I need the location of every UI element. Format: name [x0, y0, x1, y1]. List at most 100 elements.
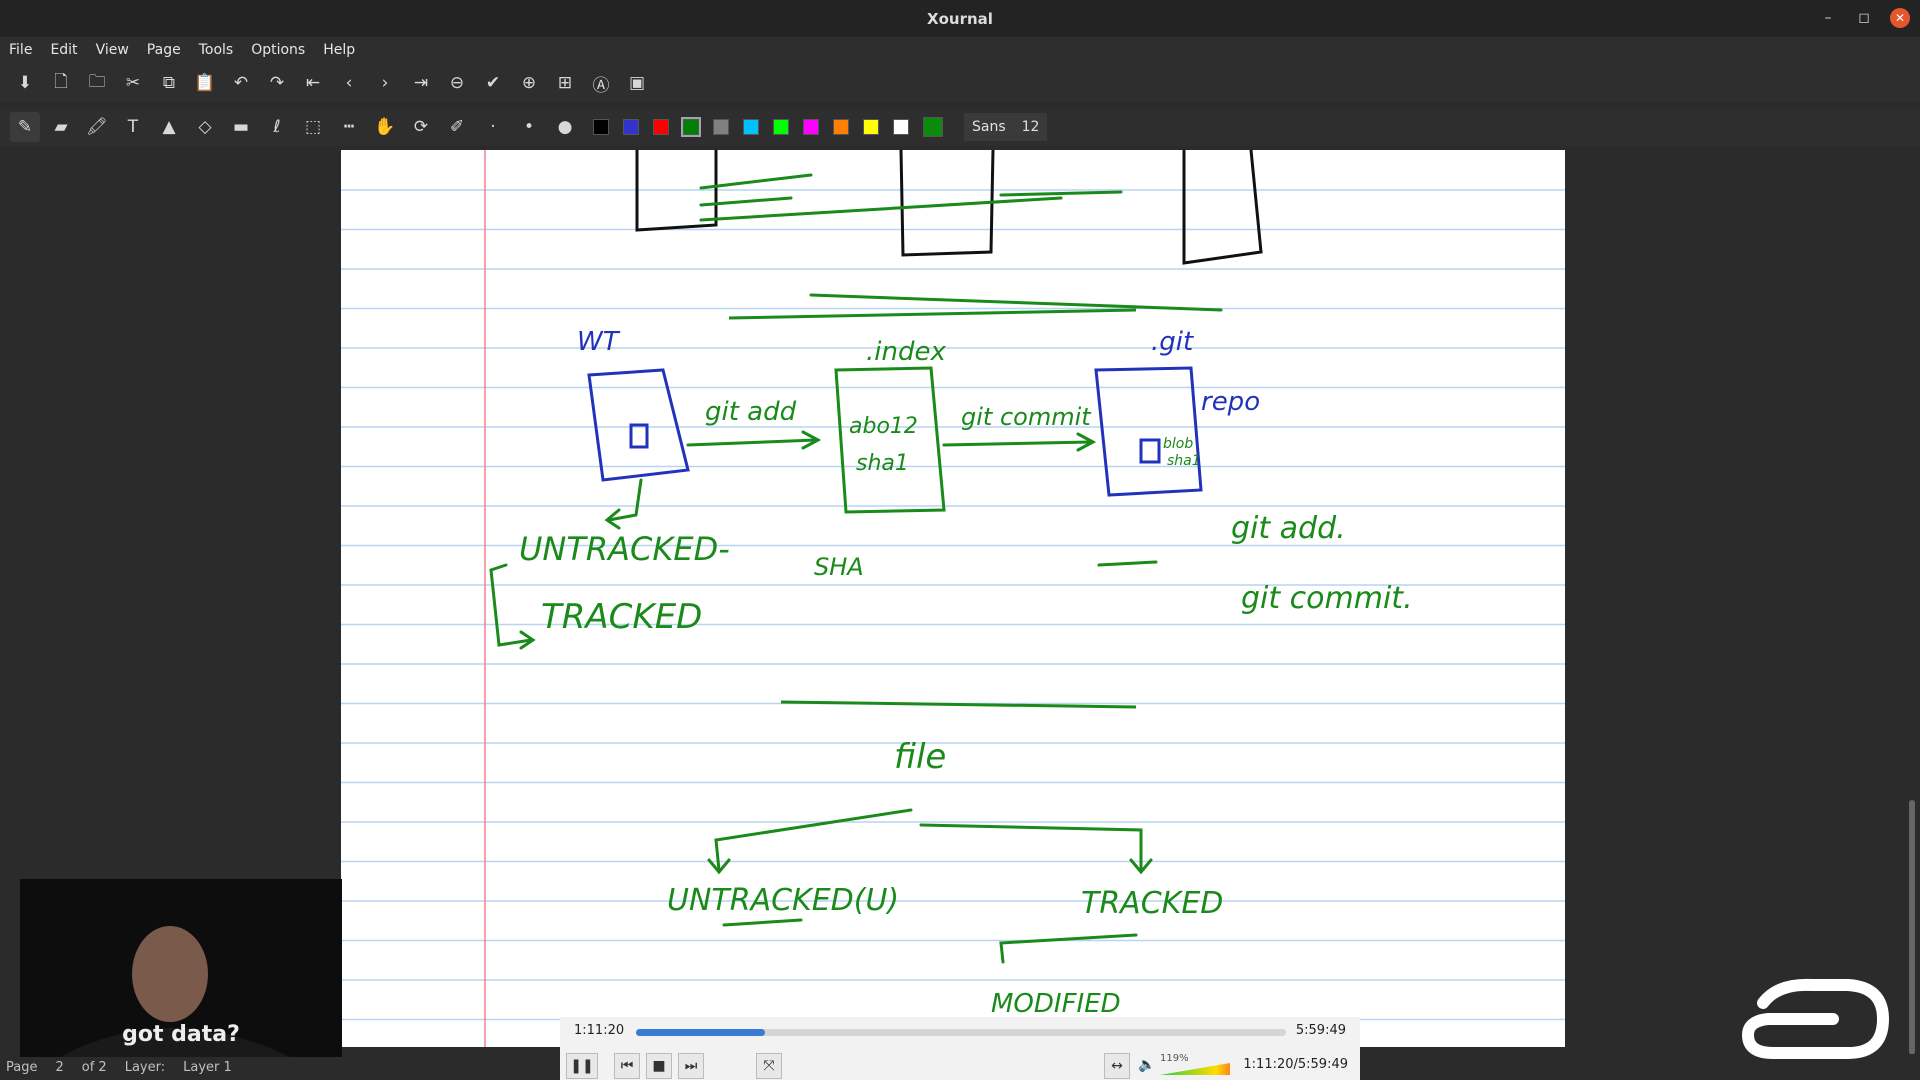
pen-button[interactable]: ✎ [10, 112, 40, 142]
color-black-button[interactable] [593, 119, 609, 135]
loop-button[interactable]: ↔ [1104, 1053, 1130, 1079]
zoom-set-icon: Ⓐ [592, 75, 610, 96]
lasso-button[interactable]: ℓ [262, 112, 292, 142]
stop-button[interactable]: ■ [646, 1053, 672, 1079]
close-button[interactable]: ✕ [1890, 8, 1910, 28]
thickness-thick-button[interactable]: ● [550, 112, 580, 142]
pen-toolbar: ✎ ▰ 🖍 T ▲ ◇ ▬ ℓ ⬚ ┅ ✋ ⟳ ✐ · • ● Sans 12 [0, 108, 1920, 146]
channel-logo [1741, 978, 1890, 1059]
menu-page[interactable]: Page [138, 42, 190, 58]
notebook-page[interactable]: WT .index .git repo git add git commit a… [341, 150, 1565, 1047]
fullscreen-button[interactable]: ⤧ [756, 1053, 782, 1079]
menu-tools[interactable]: Tools [190, 42, 243, 58]
color-orange-button[interactable] [833, 119, 849, 135]
page-drawing: WT .index .git repo git add git commit a… [341, 150, 1565, 1047]
main-toolbar: ⬇ 🗋 🗀 ✂ ⧉ 📋 ↶ ↷ ⇤ ‹ › ⇥ ⊖ ✔ ⊕ ⊞ Ⓐ ▣ [0, 64, 1920, 102]
menu-view[interactable]: View [87, 42, 138, 58]
zoom-set-button[interactable]: Ⓐ [586, 68, 616, 98]
color-gray-button[interactable] [713, 119, 729, 135]
eraser-button[interactable]: ▰ [46, 112, 76, 142]
note-modified: MODIFIED [991, 989, 1121, 1019]
highlighter-button[interactable]: 🖍 [82, 112, 112, 142]
color-magenta-button[interactable] [803, 119, 819, 135]
thickness-fine-button[interactable]: · [478, 112, 508, 142]
color-blue-button[interactable] [623, 119, 639, 135]
menu-edit[interactable]: Edit [41, 42, 86, 58]
prev-page-button[interactable]: ‹ [334, 68, 364, 98]
layer-label: Layer: [124, 1059, 166, 1075]
note-git: .git [1151, 327, 1194, 357]
note-wt: WT [577, 327, 621, 357]
thickness-fine-icon: · [490, 117, 496, 137]
menu-help[interactable]: Help [314, 42, 364, 58]
font-selector[interactable]: Sans 12 [964, 113, 1048, 141]
next-page-button[interactable]: › [370, 68, 400, 98]
previous-button[interactable]: ⏮ [614, 1053, 640, 1079]
redo-icon: ↷ [269, 73, 285, 93]
color-green-button[interactable] [681, 117, 701, 137]
volume-slider[interactable] [1160, 1063, 1230, 1075]
page-number-spinner[interactable]: 2 [55, 1060, 63, 1075]
vertical-space-button[interactable]: ┅ [334, 112, 364, 142]
color-red-button[interactable] [653, 119, 669, 135]
page-width-button[interactable]: ⊞ [550, 68, 580, 98]
copy-button[interactable]: ⧉ [154, 68, 184, 98]
color-light-blue-button[interactable] [743, 119, 759, 135]
paste-button[interactable]: 📋 [190, 68, 220, 98]
vertical-space-icon: ┅ [343, 117, 355, 137]
thickness-medium-button[interactable]: • [514, 112, 544, 142]
pen-icon: ✎ [17, 117, 33, 137]
seek-bar-fill [636, 1029, 765, 1036]
color-yellow-button[interactable] [863, 119, 879, 135]
zoom-out-button[interactable]: ⊖ [442, 68, 472, 98]
skip-forward-icon: ⏭ [684, 1058, 698, 1074]
default-pen-button[interactable]: ✐ [442, 112, 472, 142]
page-width-icon: ⊞ [557, 73, 573, 93]
maximize-button[interactable]: ◻ [1854, 8, 1874, 28]
redo-button[interactable]: ↷ [262, 68, 292, 98]
zoom-in-button[interactable]: ⊕ [514, 68, 544, 98]
last-page-button[interactable]: ⇥ [406, 68, 436, 98]
next-button[interactable]: ⏭ [678, 1053, 704, 1079]
first-page-button[interactable]: ⇤ [298, 68, 328, 98]
note-sha1: sha1 [856, 451, 909, 476]
save-button[interactable]: ⬇ [10, 68, 40, 98]
menu-file[interactable]: File [0, 42, 41, 58]
text-button[interactable]: T [118, 112, 148, 142]
open-button[interactable]: 🗀 [82, 68, 112, 98]
position-readout: 1:11:20/5:59:49 [1243, 1057, 1348, 1072]
minimize-button[interactable]: – [1818, 8, 1838, 28]
pause-button[interactable]: ❚❚ [566, 1053, 598, 1079]
zoom-fit-button[interactable]: ✔ [478, 68, 508, 98]
ruler-button[interactable]: ▬ [226, 112, 256, 142]
window-controls: – ◻ ✕ [1818, 8, 1910, 28]
image-button[interactable]: ▲ [154, 112, 184, 142]
wt-box [587, 368, 690, 482]
color-light-green-button[interactable] [773, 119, 789, 135]
cut-button[interactable]: ✂ [118, 68, 148, 98]
total-time: 5:59:49 [1295, 1023, 1346, 1038]
default-tool-icon: ⟳ [413, 117, 429, 137]
note-sha: SHA [814, 553, 864, 581]
new-page-button[interactable]: 🗋 [46, 68, 76, 98]
hand-button[interactable]: ✋ [370, 112, 400, 142]
color-white-button[interactable] [893, 119, 909, 135]
default-tool-button[interactable]: ⟳ [406, 112, 436, 142]
layer-select[interactable]: Layer 1 [183, 1060, 232, 1075]
separator-line-1 [728, 308, 1137, 320]
fullscreen-button[interactable]: ▣ [622, 68, 652, 98]
seek-bar[interactable] [636, 1029, 1286, 1036]
undo-button[interactable]: ↶ [226, 68, 256, 98]
note-tracked: TRACKED [541, 597, 702, 637]
menu-options[interactable]: Options [242, 42, 314, 58]
rect-select-button[interactable]: ⬚ [298, 112, 328, 142]
shape-recognizer-button[interactable]: ◇ [190, 112, 220, 142]
note-git-commit: git commit. [1241, 581, 1413, 616]
scrollbar-thumb[interactable] [1909, 800, 1915, 1055]
zoom-fit-icon: ✔ [485, 73, 501, 93]
current-color-button[interactable] [923, 117, 943, 137]
shirt-text: got data? [122, 1022, 240, 1047]
handwritten-notes: WT .index .git repo git add git commit a… [519, 327, 1413, 1019]
last-page-icon: ⇥ [413, 73, 429, 93]
vertical-scrollbar[interactable] [1909, 150, 1915, 1055]
